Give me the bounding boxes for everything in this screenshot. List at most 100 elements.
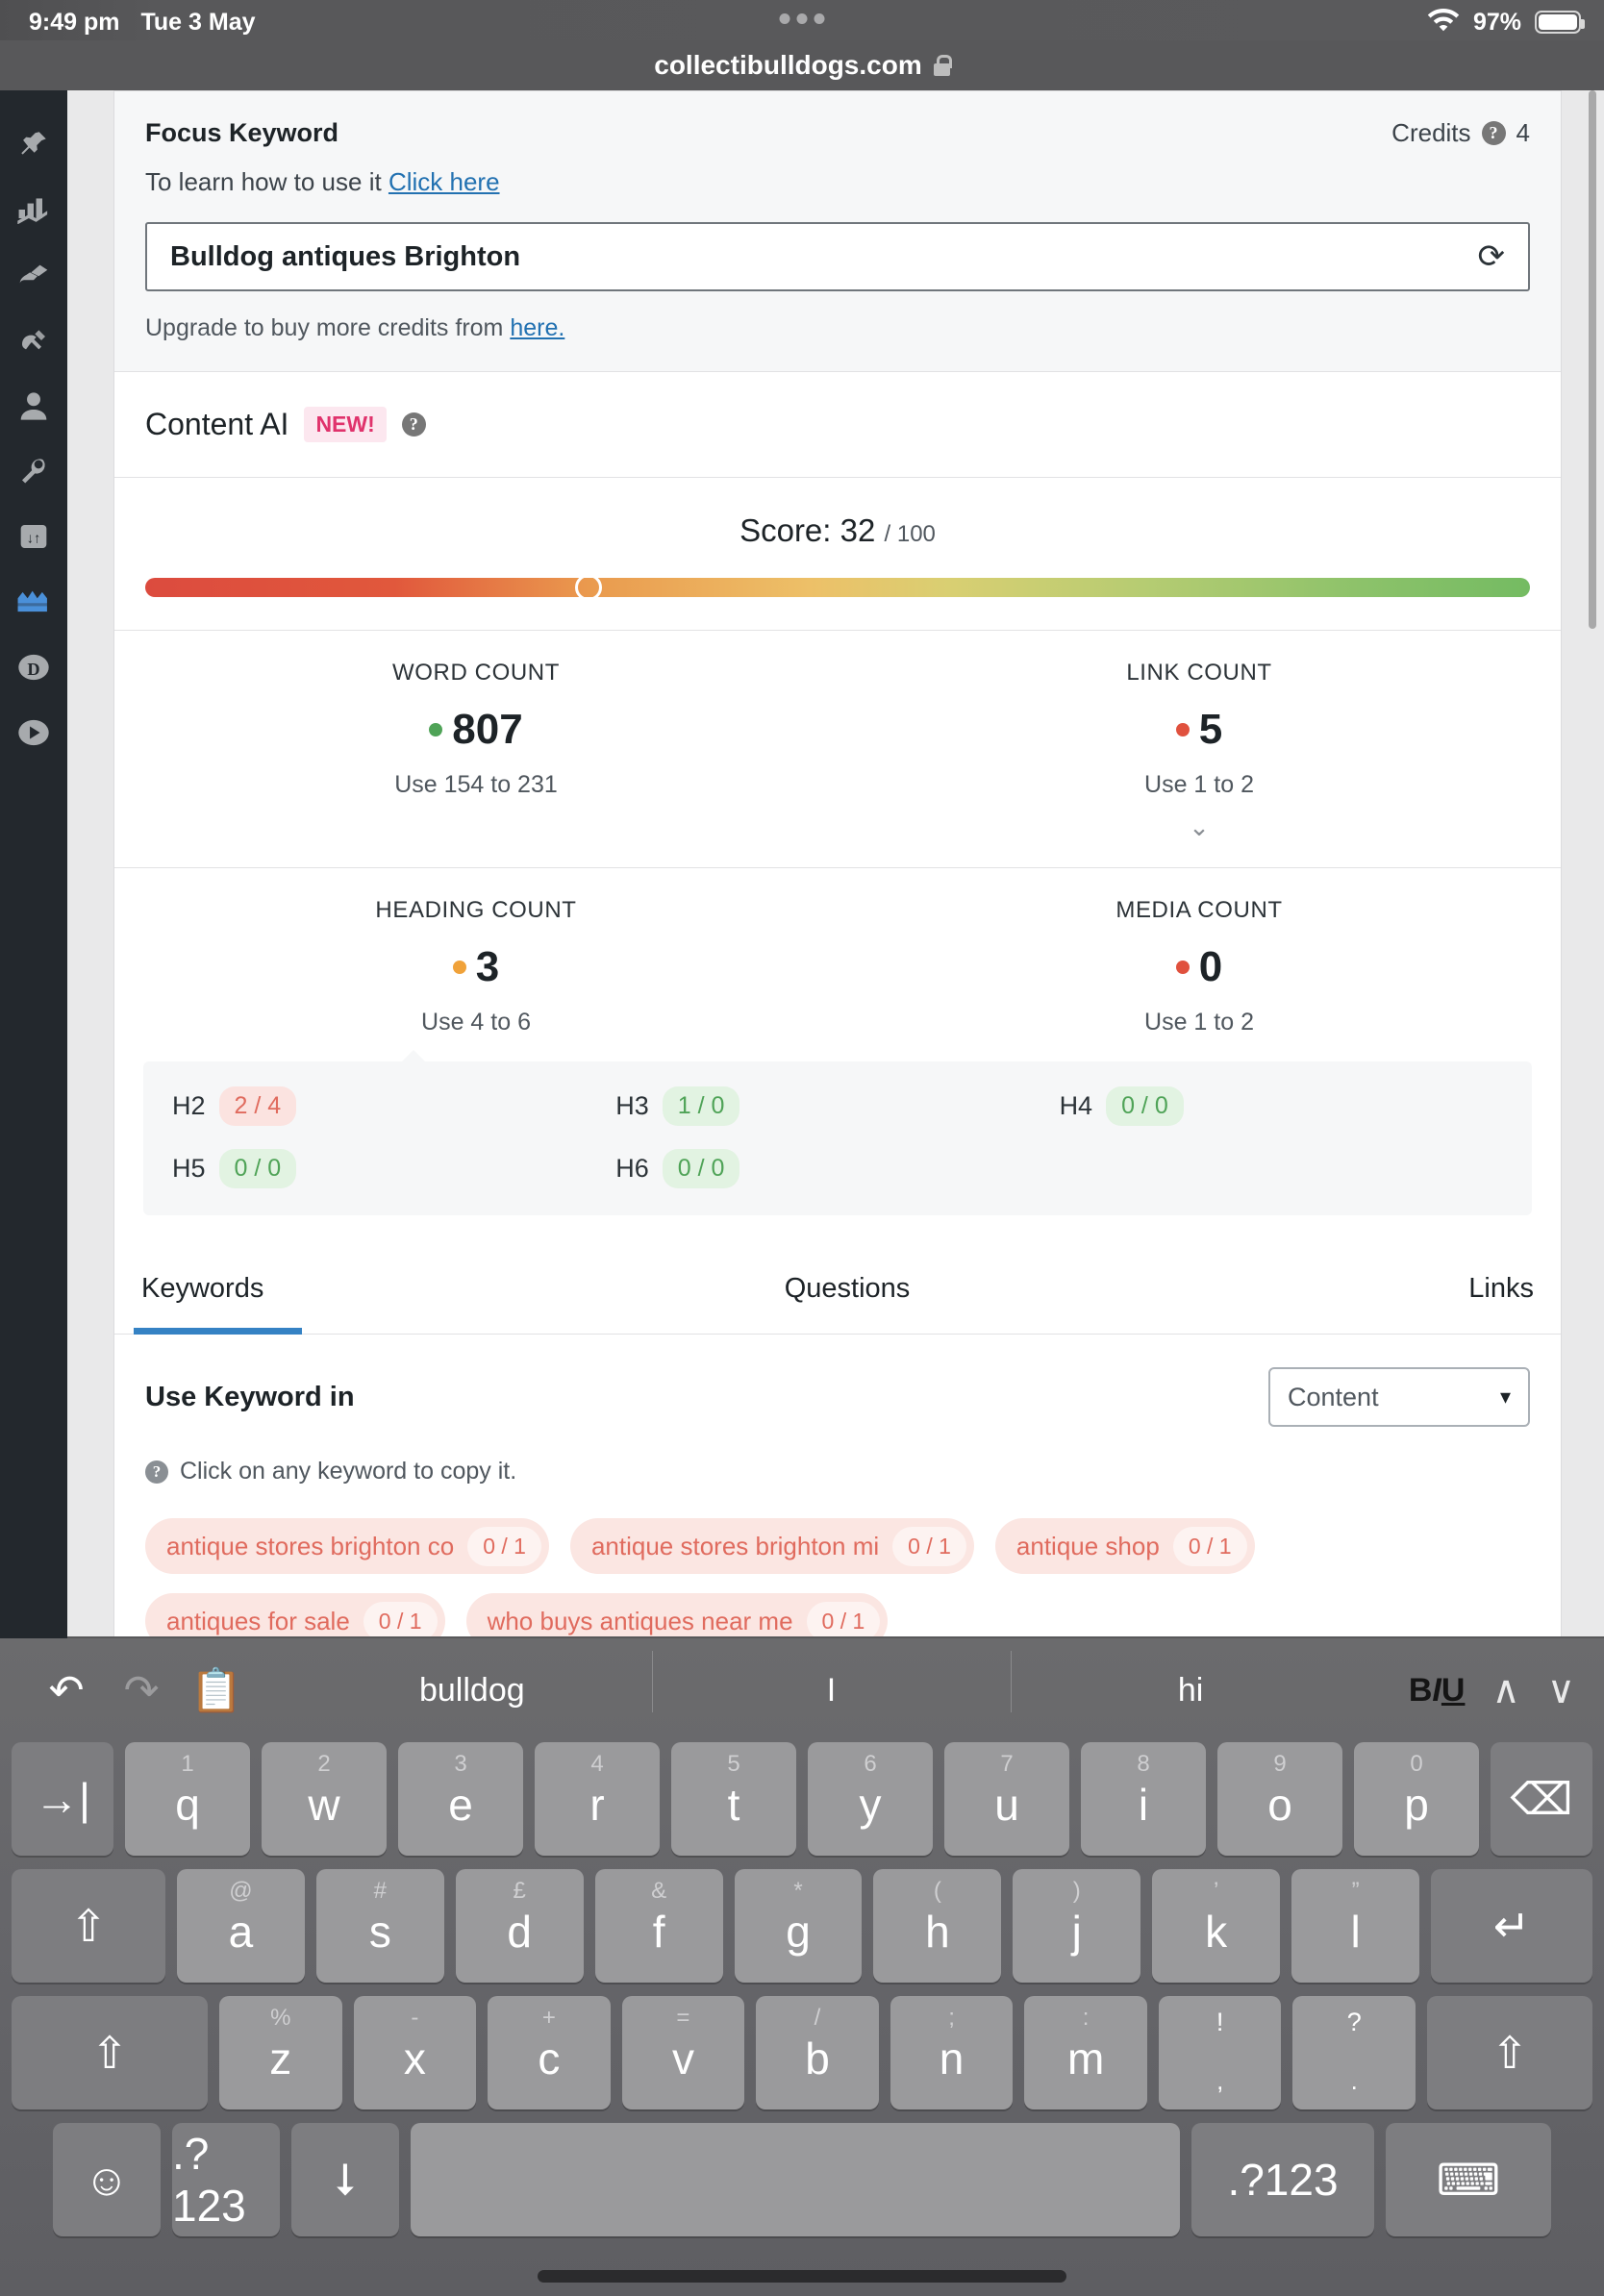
suggestion-hi[interactable]: hi [1011,1650,1370,1712]
key-t[interactable]: 5t [671,1742,796,1856]
rank-math-icon [15,588,52,615]
key-k[interactable]: ’ k [1152,1869,1281,1983]
content-ai-header: Content AI NEW! ? [114,372,1561,478]
key-label: ⌨ [1436,2155,1501,2205]
keyword-location-select[interactable]: Content ▾ [1268,1367,1530,1427]
redo-icon[interactable]: ↷ [104,1666,179,1715]
sidebar-item-users[interactable] [0,373,67,438]
key-l[interactable]: ” l [1291,1869,1420,1983]
sidebar-item-appearance[interactable] [0,242,67,308]
sidebar-item-tools[interactable] [0,438,67,504]
microphone-key[interactable]: ⭣ [291,2123,399,2236]
expand-chevron-icon[interactable]: ⌄ [838,812,1561,842]
clipboard-icon[interactable]: 📋 [179,1665,254,1715]
key-label: o [1267,1780,1292,1830]
tab-questions[interactable]: Questions [307,1240,1388,1334]
suggestion-i[interactable]: I [651,1650,1012,1712]
comma-key[interactable]: !, [1158,1996,1282,2109]
metric-label: HEADING COUNT [375,897,577,923]
key-y[interactable]: 6y [808,1742,933,1856]
tab-links[interactable]: Links [1388,1240,1561,1334]
sidebar-item-d-circle[interactable]: D [0,635,67,700]
sidebar-item-seo[interactable]: ↓↑ [0,504,67,569]
status-dot [1175,961,1190,974]
key-alt: ” [1351,1878,1360,1904]
emoji-key[interactable]: ☺ [53,2123,161,2236]
key-w[interactable]: 2w [262,1742,387,1856]
key-g[interactable]: * g [734,1869,863,1983]
return-key[interactable]: ↵ [1431,1869,1593,1983]
tab-key[interactable]: →| [12,1742,113,1856]
key-b[interactable]: / b [756,1996,879,2109]
keyword-pill[interactable]: who buys antiques near me 0 / 1 [465,1593,889,1636]
content-ai-help-icon[interactable]: ? [401,412,426,437]
heading-count-pill: 0 / 0 [662,1149,740,1188]
keyword-pill[interactable]: antique shop 0 / 1 [994,1518,1255,1574]
numbers-key-left[interactable]: .?123 [172,2123,280,2236]
key-label: i [1138,1780,1149,1830]
dismiss-keyboard-key[interactable]: ⌨ [1386,2123,1551,2236]
sidebar-item-pin[interactable] [0,112,67,177]
format-bold-italic-underline[interactable]: BIU [1409,1672,1466,1710]
key-x[interactable]: -x [353,1996,477,2109]
browser-url-bar[interactable]: collectibulldogs.com [0,40,1604,90]
chevron-down-icon[interactable]: ∨ [1547,1668,1575,1712]
period-key[interactable]: ?. [1292,1996,1416,2109]
key-h[interactable]: (h [873,1869,1002,1983]
multitask-dots-icon[interactable] [779,13,825,24]
key-e[interactable]: 3e [398,1742,523,1856]
analytics-icon [16,195,51,224]
sidebar-item-analytics[interactable] [0,177,67,242]
keyword-pill[interactable]: antiques for sale 0 / 1 [145,1593,445,1636]
key-s[interactable]: # s [315,1869,444,1983]
key-d[interactable]: £ d [455,1869,584,1983]
key-n[interactable]: ; n [890,1996,1014,2109]
sidebar-item-plugins[interactable] [0,308,67,373]
help-icon[interactable]: ? [1481,121,1506,145]
heading-row: H2 2 / 4 H3 1 / 0 H4 0 / 0 [172,1086,1503,1126]
key-alt: - [411,2005,419,2031]
suggestion-bulldog[interactable]: bulldog [292,1672,652,1710]
keyword-pill[interactable]: antique stores brighton co 0 / 1 [145,1518,549,1574]
upgrade-here-link[interactable]: here. [510,314,564,341]
tab-keywords[interactable]: Keywords [114,1240,307,1335]
key-j[interactable]: ) j [1013,1869,1141,1983]
key-z[interactable]: % z [218,1996,342,2109]
backspace-key[interactable]: ⌫ [1491,1742,1592,1856]
numbers-key-right[interactable]: .?123 [1191,2123,1374,2236]
key-p[interactable]: 0p [1354,1742,1479,1856]
key-u[interactable]: 7u [944,1742,1069,1856]
chevron-up-icon[interactable]: ∧ [1491,1668,1519,1712]
use-keyword-in-title: Use Keyword in [145,1381,355,1412]
key-label: c [538,2034,561,2084]
keyword-pill-count: 0 / 1 [363,1601,438,1636]
key-i[interactable]: 8i [1081,1742,1206,1856]
shift-key[interactable]: ⇧ [12,1869,165,1983]
key-alt: 4 [590,1751,604,1777]
key-a[interactable]: @ a [177,1869,305,1983]
sidebar-item-rank-math[interactable] [0,569,67,635]
key-m[interactable]: :m [1024,1996,1147,2109]
shift-right-key[interactable]: ⇧ [1427,1996,1593,2109]
shift-left-key[interactable]: ⇧ [11,1996,208,2109]
space-key[interactable] [411,2123,1180,2236]
keyword-pill-list: antique stores brighton co 0 / 1 antique s… [145,1518,1530,1636]
undo-icon[interactable]: ↶ [29,1666,104,1715]
page-scrollbar[interactable] [1589,90,1596,629]
key-c[interactable]: + c [488,1996,611,2109]
focus-keyword-input[interactable]: Bulldog antiques Brighton ⟳ [145,222,1530,291]
keyword-pill[interactable]: antique stores brighton mi 0 / 1 [569,1518,974,1574]
key-q[interactable]: 1q [125,1742,250,1856]
heading-count-pill: 2 / 4 [218,1086,297,1126]
click-here-link[interactable]: Click here [388,167,500,196]
key-o[interactable]: 9o [1217,1742,1342,1856]
key-label: , [1216,2066,1224,2095]
sidebar-item-play[interactable] [0,700,67,765]
key-r[interactable]: 4r [535,1742,660,1856]
refresh-icon[interactable]: ⟳ [1478,237,1506,276]
key-v[interactable]: = v [621,1996,745,2109]
key-f[interactable]: & f [594,1869,723,1983]
status-dot [452,961,466,974]
content-tabs: Keywords Questions Links [114,1240,1561,1335]
key-label: k [1205,1907,1228,1957]
